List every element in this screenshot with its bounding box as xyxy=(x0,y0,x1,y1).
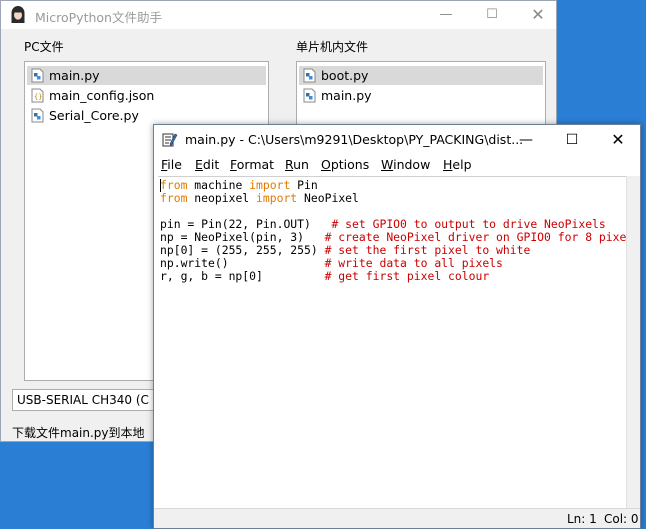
code-token: NeoPixel xyxy=(297,191,359,205)
menu-mnemonic: F xyxy=(230,157,237,172)
menu-bar: File Edit Format Run Options Window Help xyxy=(154,155,640,175)
svg-text:{}: {} xyxy=(34,93,42,101)
comment-token: # write data to all pixels xyxy=(324,256,503,270)
menu-mnemonic: H xyxy=(443,157,453,172)
idle-editor-window: main.py - C:\Users\m9291\Desktop\PY_PACK… xyxy=(153,124,641,529)
list-item[interactable]: boot.py xyxy=(299,66,543,85)
text-cursor xyxy=(160,179,161,192)
editor-status-bar: Ln: 1 Col: 0 xyxy=(154,508,640,528)
menu-mnemonic: O xyxy=(321,157,331,172)
json-file-icon: {} xyxy=(31,88,44,103)
code-token: r, g, b = np[0] xyxy=(160,269,325,283)
line-number: Ln: 1 xyxy=(567,512,597,526)
column-number: Col: 0 xyxy=(604,512,639,526)
menu-label: elp xyxy=(452,157,472,172)
python-feather-icon xyxy=(162,132,178,151)
mcu-files-label: 单片机内文件 xyxy=(296,40,369,54)
code-token: np[0] = (255, 255, 255) xyxy=(160,243,325,257)
file-name: boot.py xyxy=(321,68,369,83)
python-file-icon xyxy=(31,108,44,123)
list-item[interactable]: {} main_config.json xyxy=(27,86,266,105)
code-token: Pin xyxy=(290,178,318,192)
keyword-token: from xyxy=(160,191,188,205)
menu-label: ptions xyxy=(330,157,370,172)
pc-files-label: PC文件 xyxy=(24,40,64,54)
comment-token: # set the first pixel to white xyxy=(324,243,531,257)
editor-minimize-button[interactable]: — xyxy=(503,125,549,155)
menu-label: ormat xyxy=(236,157,275,172)
window-title: MicroPython文件助手 xyxy=(35,10,162,25)
file-name: Serial_Core.py xyxy=(49,108,139,123)
menu-mnemonic: E xyxy=(195,157,203,172)
code-line: r, g, b = np[0] # get first pixel colour xyxy=(160,270,489,283)
app-avatar-icon xyxy=(10,6,26,24)
list-item[interactable]: Serial_Core.py xyxy=(27,106,266,125)
menu-format[interactable]: Format xyxy=(230,157,274,172)
menu-label: ile xyxy=(167,157,182,172)
code-token: np = NeoPixel(pin, 3) xyxy=(160,230,325,244)
menu-label: dit xyxy=(202,157,220,172)
keyword-token: import xyxy=(256,191,298,205)
title-bar[interactable]: MicroPython文件助手 — ☐ ✕ xyxy=(1,1,556,29)
code-token: pin = Pin(22, Pin.OUT) xyxy=(160,217,332,231)
code-line: from neopixel import NeoPixel xyxy=(160,192,359,205)
menu-mnemonic: R xyxy=(285,157,294,172)
editor-title: main.py - C:\Users\m9291\Desktop\PY_PACK… xyxy=(185,132,524,147)
python-file-icon xyxy=(303,88,316,103)
code-token: neopixel xyxy=(187,191,257,205)
code-editor[interactable]: from machine import Pin from neopixel imp… xyxy=(158,176,626,510)
editor-title-bar[interactable]: main.py - C:\Users\m9291\Desktop\PY_PACK… xyxy=(154,125,640,155)
menu-window[interactable]: Window xyxy=(381,157,430,172)
menu-file[interactable]: File xyxy=(161,157,182,172)
list-item[interactable]: main.py xyxy=(27,66,266,85)
comment-token: # set GPIO0 to output to drive NeoPixels xyxy=(331,217,606,231)
serial-port-select[interactable]: USB-SERIAL CH340 (C xyxy=(12,389,162,411)
menu-options[interactable]: Options xyxy=(321,157,369,172)
menu-label: indow xyxy=(393,157,431,172)
list-item[interactable]: main.py xyxy=(299,86,543,105)
menu-mnemonic: W xyxy=(381,157,394,172)
comment-token: # create NeoPixel driver on GPIO0 for 8 … xyxy=(324,230,626,244)
comment-token: # get first pixel colour xyxy=(324,269,490,283)
serial-port-value: USB-SERIAL CH340 (C xyxy=(17,393,149,407)
menu-edit[interactable]: Edit xyxy=(195,157,219,172)
file-name: main_config.json xyxy=(49,88,155,103)
editor-close-button[interactable]: ✕ xyxy=(595,125,641,155)
menu-run[interactable]: Run xyxy=(285,157,309,172)
code-token: machine xyxy=(187,178,250,192)
python-file-icon xyxy=(303,68,316,83)
menu-label: un xyxy=(293,157,309,172)
editor-maximize-button[interactable]: ☐ xyxy=(549,125,595,155)
file-name: main.py xyxy=(321,88,372,103)
keyword-token: from xyxy=(160,178,188,192)
minimize-button[interactable]: — xyxy=(423,1,469,29)
keyword-token: import xyxy=(249,178,291,192)
menu-help[interactable]: Help xyxy=(443,157,472,172)
close-button[interactable]: ✕ xyxy=(515,1,561,29)
maximize-button[interactable]: ☐ xyxy=(469,1,515,29)
vertical-scrollbar[interactable] xyxy=(626,176,640,509)
status-text: 下载文件main.py到本地 xyxy=(12,426,145,440)
file-name: main.py xyxy=(49,68,100,83)
code-token: np.write() xyxy=(160,256,325,270)
python-file-icon xyxy=(31,68,44,83)
